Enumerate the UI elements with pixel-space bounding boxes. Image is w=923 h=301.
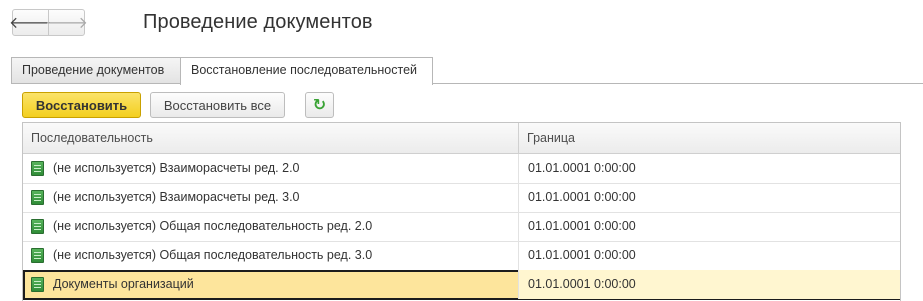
table-header: Последовательность Граница xyxy=(23,123,900,154)
navigation-buttons: 🡐 🡒 xyxy=(9,9,88,36)
border-cell: 01.01.0001 0:00:00 xyxy=(518,212,636,241)
table-row[interactable]: (не используется) Общая последовательнос… xyxy=(23,212,900,242)
refresh-icon: ↻ xyxy=(312,97,327,114)
sequence-name: (не используется) Взаиморасчеты ред. 2.0 xyxy=(53,161,300,175)
document-register-icon xyxy=(31,277,44,292)
tab-bar: Проведение документов Восстановление пос… xyxy=(11,57,923,85)
document-register-icon xyxy=(31,161,44,176)
restore-button[interactable]: Восстановить xyxy=(22,92,141,118)
column-header-sequence[interactable]: Последовательность xyxy=(23,123,517,153)
sequence-name: (не используется) Общая последовательнос… xyxy=(53,248,373,262)
sequence-name: Документы организаций xyxy=(53,277,194,291)
document-register-icon xyxy=(31,190,44,205)
table-row[interactable]: (не используется) Взаиморасчеты ред. 2.0… xyxy=(23,154,900,184)
sequence-cell: (не используется) Взаиморасчеты ред. 3.0 xyxy=(31,183,509,212)
forward-button[interactable]: 🡒 xyxy=(45,10,88,35)
arrow-right-icon: 🡒 xyxy=(45,15,88,32)
border-cell: 01.01.0001 0:00:00 xyxy=(518,154,636,183)
table-row-selected[interactable]: Документы организаций 01.01.0001 0:00:00 xyxy=(23,270,900,300)
tab-divider xyxy=(11,83,923,84)
page-title: Проведение документов xyxy=(143,11,373,33)
sequence-cell: (не используется) Общая последовательнос… xyxy=(31,212,509,241)
sequence-cell: (не используется) Общая последовательнос… xyxy=(31,241,509,270)
active-tab-gap xyxy=(181,83,432,84)
tab-sequence-restore[interactable]: Восстановление последовательностей xyxy=(180,57,433,85)
table-row[interactable]: (не используется) Общая последовательнос… xyxy=(23,241,900,271)
back-button[interactable]: 🡐 xyxy=(9,10,52,35)
border-cell: 01.01.0001 0:00:00 xyxy=(518,270,900,299)
sequence-name: (не используется) Общая последовательнос… xyxy=(53,219,373,233)
column-header-border[interactable]: Граница xyxy=(518,123,900,153)
sequence-cell: (не используется) Взаиморасчеты ред. 2.0 xyxy=(31,154,509,183)
tab-document-posting[interactable]: Проведение документов xyxy=(11,57,181,83)
sequence-name: (не используется) Взаиморасчеты ред. 3.0 xyxy=(53,190,300,204)
table-row[interactable]: (не используется) Взаиморасчеты ред. 3.0… xyxy=(23,183,900,213)
document-register-icon xyxy=(31,248,44,263)
border-cell: 01.01.0001 0:00:00 xyxy=(518,183,636,212)
document-register-icon xyxy=(31,219,44,234)
restore-all-button[interactable]: Восстановить все xyxy=(150,92,285,118)
sequence-cell: Документы организаций xyxy=(31,270,509,299)
sequences-table: Последовательность Граница (не используе… xyxy=(22,122,901,301)
border-cell: 01.01.0001 0:00:00 xyxy=(518,241,636,270)
refresh-button[interactable]: ↻ xyxy=(305,92,334,118)
